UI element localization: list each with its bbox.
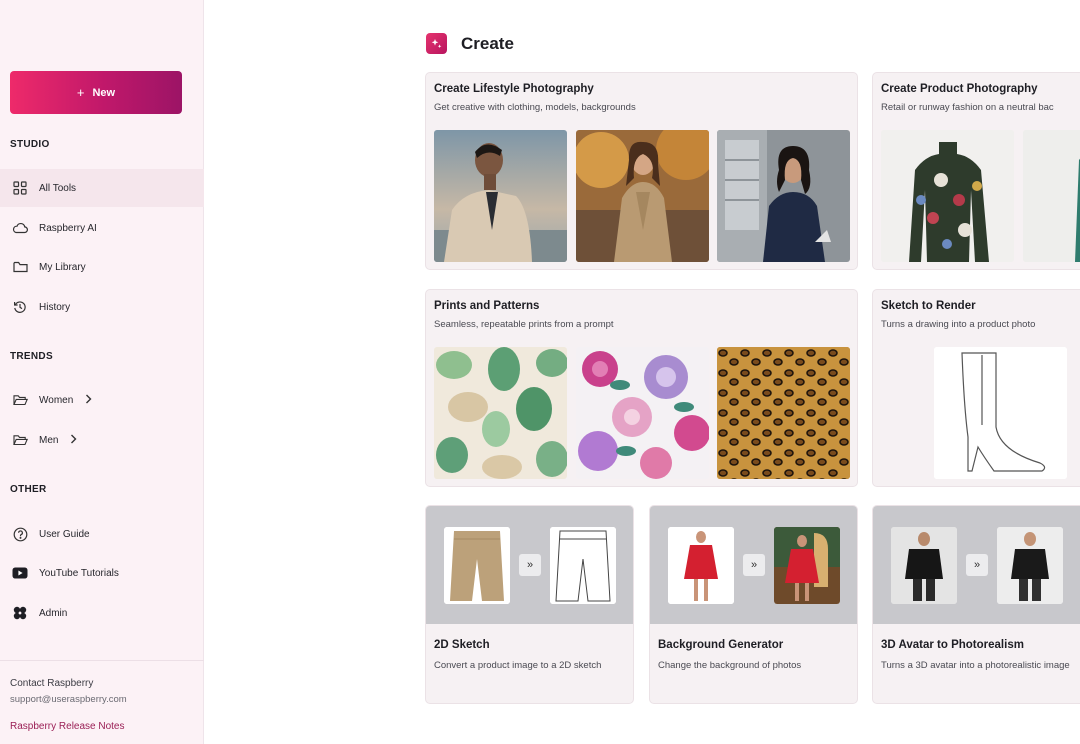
tool-description: Convert a product image to a 2D sketch [434, 660, 602, 671]
lifestyle-image-woman-trench [576, 130, 709, 262]
tool-card-3d-avatar[interactable]: » 3D Avatar to Photorealism Turns a 3D a… [872, 505, 1080, 704]
before-image-shorts [444, 527, 510, 604]
card-sketch-to-render[interactable]: Sketch to Render Turns a drawing into a … [872, 289, 1080, 487]
sidebar-item-men[interactable]: Men [0, 421, 204, 459]
sidebar-item-history[interactable]: History [0, 288, 204, 326]
sketch-image-boot [934, 347, 1067, 479]
sidebar-item-youtube-tutorials[interactable]: YouTube Tutorials [0, 554, 204, 592]
tool-preview: » [426, 506, 633, 624]
card-subtitle: Turns a drawing into a product photo [881, 319, 1036, 330]
arrow-right-icon: » [966, 554, 988, 576]
pattern-image-watercolor-leaves [434, 347, 567, 479]
youtube-icon [11, 564, 29, 582]
section-heading-trends: TRENDS [10, 351, 53, 362]
card-product-photography[interactable]: Create Product Photography Retail or run… [872, 72, 1080, 270]
sidebar: + New STUDIO All Tools Raspberry AI My L… [0, 0, 204, 744]
folder-open-icon [11, 431, 29, 449]
sidebar-item-label: Women [39, 394, 74, 406]
sidebar-footer-divider [0, 660, 204, 661]
sidebar-item-label: My Library [39, 261, 86, 273]
grid-icon [11, 179, 29, 197]
card-title: Create Lifestyle Photography [434, 83, 594, 95]
page-title: Create [461, 34, 514, 53]
plus-icon: + [76, 85, 85, 100]
tool-description: Turns a 3D avatar into a photorealistic … [881, 660, 1070, 671]
card-prints-and-patterns[interactable]: Prints and Patterns Seamless, repeatable… [425, 289, 858, 487]
sidebar-item-all-tools[interactable]: All Tools [0, 169, 204, 207]
card-lifestyle-photography[interactable]: Create Lifestyle Photography Get creativ… [425, 72, 858, 270]
pattern-image-floral-peony [576, 347, 709, 479]
sidebar-item-label: YouTube Tutorials [39, 567, 119, 579]
new-button-label: New [92, 86, 116, 99]
sidebar-item-admin[interactable]: Admin [0, 594, 204, 632]
arrow-right-icon: » [743, 554, 765, 576]
sidebar-item-my-library[interactable]: My Library [0, 248, 204, 286]
tool-preview: » [650, 506, 857, 624]
after-image-photoreal [997, 527, 1063, 604]
card-title: Create Product Photography [881, 83, 1038, 95]
folder-icon [11, 258, 29, 276]
after-image-shorts-sketch [550, 527, 616, 604]
history-icon [11, 298, 29, 316]
after-image-red-dress-scene [774, 527, 840, 604]
card-title: Prints and Patterns [434, 300, 540, 312]
chevron-right-icon [70, 434, 77, 447]
product-image-teal-garment [1023, 130, 1080, 262]
tool-card-2d-sketch[interactable]: » 2D Sketch Convert a product image to a… [425, 505, 634, 704]
section-heading-other: OTHER [10, 484, 47, 495]
card-subtitle: Get creative with clothing, models, back… [434, 102, 636, 113]
sidebar-item-label: Admin [39, 607, 68, 619]
card-subtitle: Retail or runway fashion on a neutral ba… [881, 102, 1054, 113]
tool-title: 2D Sketch [434, 639, 490, 651]
sidebar-item-label: User Guide [39, 528, 90, 540]
contact-link[interactable]: Contact Raspberry [10, 678, 93, 689]
tool-card-background-generator[interactable]: » Background Generator Change the backgr… [649, 505, 858, 704]
sidebar-item-label: History [39, 301, 71, 313]
product-image-floral-top [881, 130, 1014, 262]
sidebar-item-label: Men [39, 434, 59, 446]
pattern-image-leopard [717, 347, 850, 479]
admin-flower-icon [11, 604, 29, 622]
section-heading-studio: STUDIO [10, 139, 50, 150]
chevron-right-icon [85, 394, 92, 407]
sparkle-icon [426, 33, 447, 54]
new-button[interactable]: + New [10, 71, 182, 114]
release-notes-link[interactable]: Raspberry Release Notes [10, 721, 125, 732]
lifestyle-image-beach-man [434, 130, 567, 262]
card-subtitle: Seamless, repeatable prints from a promp… [434, 319, 614, 330]
before-image-avatar [891, 527, 957, 604]
arrow-right-icon: » [519, 554, 541, 576]
sidebar-item-user-guide[interactable]: User Guide [0, 515, 204, 553]
folder-open-icon [11, 391, 29, 409]
sidebar-item-label: Raspberry AI [39, 222, 97, 234]
tool-preview: » [873, 506, 1080, 624]
sidebar-item-women[interactable]: Women [0, 381, 204, 419]
tool-title: 3D Avatar to Photorealism [881, 639, 1024, 651]
before-image-red-dress [668, 527, 734, 604]
sidebar-item-raspberry-ai[interactable]: Raspberry AI [0, 209, 204, 247]
card-title: Sketch to Render [881, 300, 976, 312]
help-circle-icon [11, 525, 29, 543]
lifestyle-image-woman-denim [717, 130, 850, 262]
tool-title: Background Generator [658, 639, 784, 651]
support-email[interactable]: support@useraspberry.com [10, 694, 127, 705]
tool-description: Change the background of photos [658, 660, 802, 671]
sidebar-item-label: All Tools [39, 182, 77, 194]
cloud-icon [11, 219, 29, 237]
